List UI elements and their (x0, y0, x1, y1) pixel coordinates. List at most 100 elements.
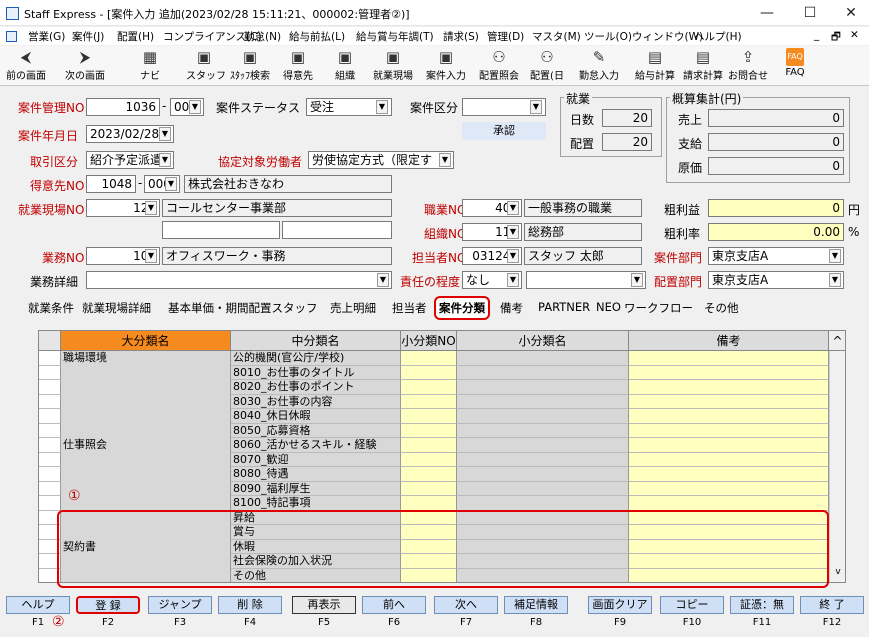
sho-no-cell[interactable] (401, 467, 457, 482)
soshiki-button[interactable]: ▣ 組織 (330, 48, 360, 84)
tab-sonota[interactable]: その他 (704, 300, 739, 316)
genba-extra-2[interactable] (282, 221, 392, 239)
fkey-f5-button[interactable]: 再表示 (292, 596, 356, 614)
next-screen-button[interactable]: ⮞ 次の画面 (62, 48, 108, 84)
genba-extra-1[interactable] (162, 221, 280, 239)
tab-workflow[interactable]: ワークフロー (624, 300, 693, 316)
sho-no-cell[interactable] (401, 380, 457, 395)
biko-cell[interactable] (629, 438, 829, 453)
menu-kyuyo-maebarai[interactable]: 給与前払(L) (289, 29, 345, 44)
sho-no-cell[interactable] (401, 423, 457, 438)
biko-cell[interactable] (629, 365, 829, 380)
menu-window[interactable]: ウィンドウ(W) (632, 29, 703, 44)
fkey-f9-button[interactable]: 画面クリア (588, 596, 652, 614)
fkey-f2-button[interactable]: 登 録 (76, 596, 140, 614)
biko-cell[interactable] (629, 351, 829, 366)
menu-seikyu[interactable]: 請求(S) (443, 29, 479, 44)
menu-anken[interactable]: 案件(J) (72, 29, 104, 44)
tokuisaki-no-input[interactable]: 1048 (86, 175, 136, 193)
menu-help[interactable]: ヘルプ(H) (694, 29, 742, 44)
tab-anken-bunrui[interactable]: 案件分類 (434, 296, 490, 320)
grid-scrollbar[interactable] (829, 351, 845, 582)
chevron-down-icon[interactable]: ▼ (159, 153, 171, 167)
sho-no-cell[interactable] (401, 452, 457, 467)
tab-uriage-meisai[interactable]: 売上明細 (330, 300, 376, 316)
seikyu-calc-button[interactable]: ▤ 請求計算 (680, 48, 726, 84)
chevron-down-icon[interactable]: ▼ (530, 100, 542, 114)
menu-kanri[interactable]: 管理(D) (487, 29, 524, 44)
menu-tool[interactable]: ツール(O) (584, 29, 632, 44)
navi-button[interactable]: ▦ ナビ (132, 48, 168, 84)
biko-cell[interactable] (629, 481, 829, 496)
sho-no-cell[interactable] (401, 409, 457, 424)
col-header-sho-name[interactable]: 小分類名 (457, 331, 629, 351)
tab-biko[interactable]: 備考 (500, 300, 523, 316)
close-button[interactable]: ✕ (836, 3, 866, 23)
kyotei-select[interactable]: 労使協定方式（限定す (308, 151, 454, 169)
tab-neo[interactable]: NEO (596, 300, 621, 314)
staff-search-button[interactable]: ▣ ｽﾀｯﾌ検索 (227, 48, 273, 84)
calendar-dropdown-icon[interactable]: ▼ (159, 127, 171, 141)
anken-input-button[interactable]: ▣ 案件入力 (423, 48, 469, 84)
sub-close-button[interactable]: ✕ (850, 29, 859, 41)
prev-screen-button[interactable]: ⮜ 前の画面 (4, 48, 48, 84)
biko-cell[interactable] (629, 467, 829, 482)
menu-kyuyo-shoyo[interactable]: 給与賞与年調(T) (356, 29, 434, 44)
sub-restore-button[interactable]: 🗗 (831, 29, 841, 47)
sho-no-cell[interactable] (401, 496, 457, 511)
fkey-f4-button[interactable]: 削 除 (218, 596, 282, 614)
fkey-f10-button[interactable]: コピー (660, 596, 724, 614)
fkey-f11-button[interactable]: 証憑：無 (730, 596, 794, 614)
chevron-down-icon[interactable]: ▼ (189, 100, 201, 114)
menu-master[interactable]: マスタ(M) (532, 29, 581, 44)
biko-cell[interactable] (629, 394, 829, 409)
anken-bumon-select[interactable]: 東京支店A (708, 247, 844, 265)
sekinin-detail-select[interactable] (526, 271, 646, 289)
sho-no-cell[interactable] (401, 481, 457, 496)
tab-kihon-tanka[interactable]: 基本単価・期間配置スタッフ (168, 300, 318, 316)
sho-no-cell[interactable] (401, 394, 457, 409)
menu-eigyo[interactable]: 営業(G) (28, 29, 65, 44)
sho-no-cell[interactable] (401, 438, 457, 453)
col-header-sho-no[interactable]: 小分類NO (401, 331, 457, 351)
chevron-down-icon[interactable]: ▼ (507, 273, 519, 287)
chevron-down-icon[interactable]: ▼ (829, 273, 841, 287)
tokuisaki-button[interactable]: ▣ 得意先 (280, 48, 316, 84)
gyomu-shosai-select[interactable] (86, 271, 392, 289)
chevron-down-icon[interactable]: ▼ (631, 273, 643, 287)
haichi-day-button[interactable]: ⚇ 配置(日 (527, 48, 567, 84)
chevron-down-icon[interactable]: ▼ (507, 225, 519, 239)
chevron-down-icon[interactable]: ▼ (507, 249, 519, 263)
tab-shugyo-joken[interactable]: 就業条件 (28, 300, 74, 316)
menu-haichi[interactable]: 配置(H) (117, 29, 154, 44)
sho-no-cell[interactable] (401, 365, 457, 380)
genba-button[interactable]: ▣ 就業現場 (370, 48, 416, 84)
chevron-down-icon[interactable]: ▼ (439, 153, 451, 167)
staff-button[interactable]: ▣ スタッフ (186, 48, 226, 84)
chevron-down-icon[interactable]: ▼ (145, 249, 157, 263)
haichi-shokai-button[interactable]: ⚇ 配置照会 (476, 48, 522, 84)
faq-button[interactable]: FAQ FAQ (780, 48, 810, 84)
chevron-down-icon[interactable]: ▼ (829, 249, 841, 263)
chevron-down-icon[interactable]: ▼ (165, 177, 177, 191)
kintai-input-button[interactable]: ✎ 勤怠入力 (576, 48, 622, 84)
col-header-biko[interactable]: 備考 (629, 331, 829, 351)
col-header-dai[interactable]: 大分類名 (61, 331, 231, 351)
fkey-f12-button[interactable]: 終 了 (800, 596, 864, 614)
minimize-button[interactable]: — (752, 3, 782, 23)
kyuyo-calc-button[interactable]: ▤ 給与計算 (632, 48, 678, 84)
tab-partner[interactable]: PARTNER (538, 300, 590, 314)
fkey-f8-button[interactable]: 補足情報 (504, 596, 568, 614)
biko-cell[interactable] (629, 496, 829, 511)
tab-genba-shosai[interactable]: 就業現場詳細 (82, 300, 151, 316)
col-header-chu[interactable]: 中分類名 (231, 331, 401, 351)
maximize-button[interactable]: ☐ (795, 3, 825, 23)
scroll-up-icon[interactable]: ^ (829, 331, 845, 351)
biko-cell[interactable] (629, 409, 829, 424)
menu-kintai[interactable]: 勤怠(N) (244, 29, 281, 44)
fkey-f6-button[interactable]: 前へ (362, 596, 426, 614)
scroll-down-icon[interactable]: v (831, 567, 845, 581)
inquiry-button[interactable]: ⇪ お問合せ (726, 48, 770, 84)
chevron-down-icon[interactable]: ▼ (507, 201, 519, 215)
biko-cell[interactable] (629, 452, 829, 467)
